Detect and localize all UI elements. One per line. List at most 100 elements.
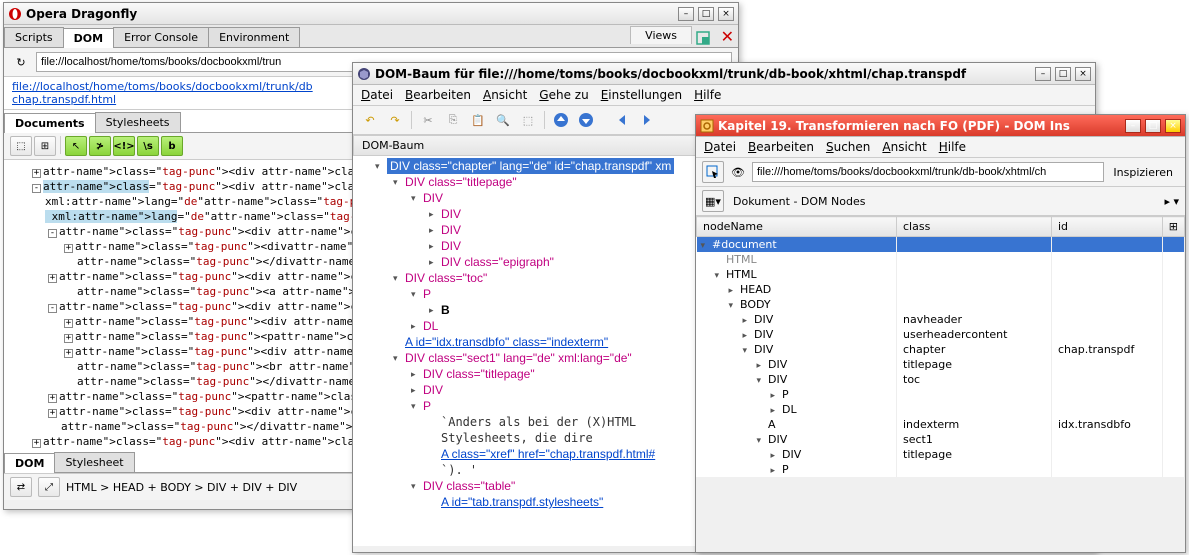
inspect-button[interactable]: Inspizieren [1107,164,1179,181]
table-row[interactable]: Aindextermidx.transdbfo [697,417,1185,432]
expander-icon[interactable]: + [64,349,73,358]
tab-dom[interactable]: DOM [63,28,114,48]
prev-icon[interactable] [611,109,633,131]
table-row[interactable]: ▸ DL [697,402,1185,417]
status-icon-2[interactable]: ⤢ [38,477,60,497]
arrow-icon[interactable]: ▸ [743,316,751,326]
tool-tags-icon[interactable]: <!> [113,136,135,156]
arrow-icon[interactable]: ▾ [715,271,723,281]
expander-icon[interactable]: + [48,394,57,403]
menu-gehe-zu[interactable]: Gehe zu [539,88,588,102]
arrow-icon[interactable]: ▸ [771,466,779,476]
bottomtab-dom[interactable]: DOM [4,453,55,473]
table-row[interactable]: ▾ #document [697,237,1185,253]
status-icon-1[interactable]: ⇄ [10,477,32,497]
arrow-icon[interactable]: ▸ [729,286,737,296]
menu-hilfe[interactable]: Hilfe [694,88,721,102]
tool-tree-icon[interactable]: ⬚ [10,136,32,156]
breadcrumb[interactable]: HTML > HEAD + BODY > DIV + DIV + DIV [66,481,297,494]
up-icon[interactable] [550,109,572,131]
arrow-icon[interactable]: ▸ [411,366,421,382]
col-picker[interactable]: ⊞ [1162,217,1184,237]
arrow-icon[interactable]: ▾ [393,174,403,190]
close-button[interactable]: × [718,7,734,21]
arrow-icon[interactable]: ▸ [411,318,421,334]
arrow-icon[interactable]: ▸ [429,254,439,270]
expander-icon[interactable]: + [64,319,73,328]
bottomtab-stylesheet[interactable]: Stylesheet [54,452,134,472]
menu-bearbeiten[interactable]: Bearbeiten [405,88,471,102]
arrow-icon[interactable]: ▸ [743,331,751,341]
arrow-icon[interactable]: ▾ [729,301,737,311]
arrow-icon[interactable]: ▸ [429,206,439,222]
arrow-icon[interactable]: ▸ [771,391,779,401]
dom-node-table[interactable]: nodeName class id ⊞ ▾ #document HTML▾ HT… [696,216,1185,477]
down-icon[interactable] [575,109,597,131]
arrow-icon[interactable]: ▾ [743,346,751,356]
arrow-icon[interactable]: ▾ [701,241,709,251]
minimize-button[interactable]: – [1035,67,1051,81]
menu-ansicht[interactable]: Ansicht [483,88,527,102]
close-button[interactable]: × [1075,67,1091,81]
arrow-icon[interactable]: ▸ [771,451,779,461]
tool-slash-icon[interactable]: \s [137,136,159,156]
undo-icon[interactable]: ↶ [359,109,381,131]
paste-icon[interactable]: 📋 [467,109,489,131]
close-button[interactable]: × [1165,119,1181,133]
inspect-element-icon[interactable] [702,161,724,183]
col-class[interactable]: class [897,217,1052,237]
menu-ansicht[interactable]: Ansicht [882,140,926,154]
menu-hilfe[interactable]: Hilfe [939,140,966,154]
table-row[interactable]: ▸ HEAD [697,282,1185,297]
maximize-button[interactable]: □ [1055,67,1071,81]
expand-icon[interactable]: ▸ ▾ [1164,195,1179,208]
titlebar[interactable]: DOM-Baum für file:///home/toms/books/doc… [353,63,1095,85]
next-icon[interactable] [636,109,658,131]
menu-bearbeiten[interactable]: Bearbeiten [748,140,814,154]
expander-icon[interactable]: - [48,304,57,313]
menu-suchen[interactable]: Suchen [826,140,870,154]
find-icon[interactable]: 🔍 [492,109,514,131]
menu-datei[interactable]: Datei [704,140,736,154]
table-row[interactable]: ▸ P [697,462,1185,477]
minimize-button[interactable]: – [678,7,694,21]
expander-icon[interactable]: - [32,184,41,193]
titlebar[interactable]: Opera Dragonfly – □ × [4,3,738,25]
tool-pointer-icon[interactable]: ↖ [65,136,87,156]
table-row[interactable]: HTML [697,252,1185,267]
table-row[interactable]: ▾ BODY [697,297,1185,312]
menu-datei[interactable]: Datei [361,88,393,102]
maximize-button[interactable]: □ [698,7,714,21]
arrow-icon[interactable]: ▸ [429,222,439,238]
tab-environment[interactable]: Environment [208,27,300,47]
dock-icon[interactable] [692,27,714,49]
tool-flash-icon[interactable]: ≯ [89,136,111,156]
file-link2[interactable]: chap.transpdf.html [12,93,116,106]
table-row[interactable]: ▸ DIVnavheader [697,312,1185,327]
file-link[interactable]: file://localhost/home/toms/books/docbook… [12,80,313,93]
table-row[interactable]: ▸ DIVuserheadercontent [697,327,1185,342]
subtab-stylesheets[interactable]: Stylesheets [95,112,181,132]
close-panel-icon[interactable]: ✕ [721,27,734,46]
titlebar[interactable]: Kapitel 19. Transformieren nach FO (PDF)… [696,115,1185,137]
subtab-documents[interactable]: Documents [4,113,96,133]
col-nodename[interactable]: nodeName [697,217,897,237]
table-row[interactable]: ▾ DIVtoc [697,372,1185,387]
table-row[interactable]: ▾ HTML [697,267,1185,282]
redo-icon[interactable]: ↷ [384,109,406,131]
table-row[interactable]: ▸ DIVtitlepage [697,447,1185,462]
tool-bold-icon[interactable]: b [161,136,183,156]
menu-einstellungen[interactable]: Einstellungen [601,88,682,102]
arrow-icon[interactable]: ▾ [757,436,765,446]
tab-error-console[interactable]: Error Console [113,27,209,47]
cut-icon[interactable]: ✂ [417,109,439,131]
arrow-icon[interactable]: ▸ [411,382,421,398]
arrow-icon[interactable]: ▾ [411,286,421,302]
arrow-icon[interactable]: ▾ [393,350,403,366]
maximize-button[interactable]: □ [1145,119,1161,133]
tool-nodes-icon[interactable]: ⊞ [34,136,56,156]
table-row[interactable]: ▾ DIVsect1 [697,432,1185,447]
url-input[interactable] [752,162,1104,182]
copy-icon[interactable]: ⎘ [442,109,464,131]
tree-icon[interactable]: ⬚ [517,109,539,131]
